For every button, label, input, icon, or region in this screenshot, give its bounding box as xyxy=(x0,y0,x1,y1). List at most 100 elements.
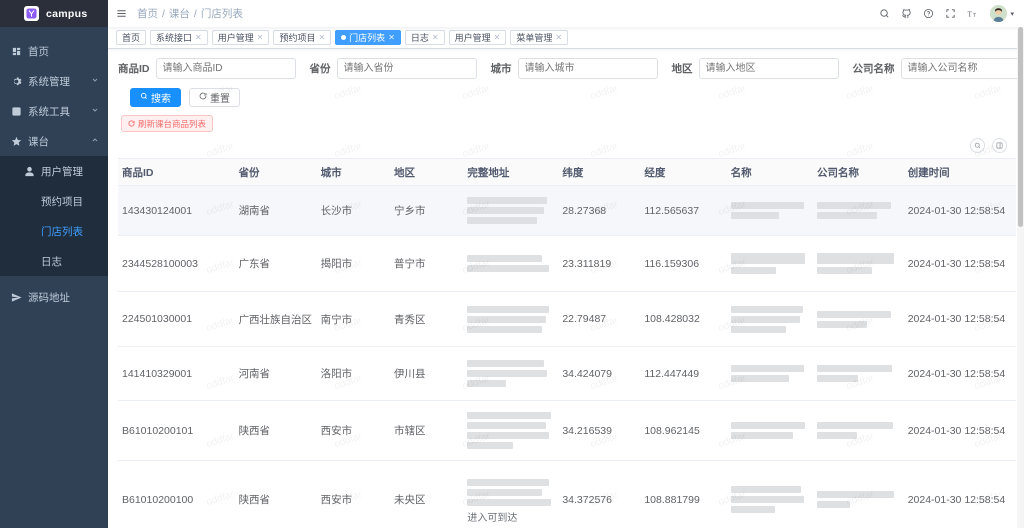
sidebar-item-kentai[interactable]: 课台 xyxy=(0,126,108,156)
column-settings-icon[interactable] xyxy=(992,138,1007,153)
cell-city: 洛阳市 xyxy=(316,346,390,401)
sidebar-item-label: 门店列表 xyxy=(41,225,83,238)
sidebar: campus 首页 系统管理 系统工具 课台 用户管理 预约项目 门店列表 日志… xyxy=(0,0,108,528)
cell-product-id: 141410329001 xyxy=(118,346,235,401)
cell-province: 河南省 xyxy=(234,346,317,401)
cell-full-address xyxy=(463,235,559,292)
reset-button[interactable]: 重置 xyxy=(189,88,240,107)
sidebar-item-label: 课台 xyxy=(28,135,49,148)
fullscreen-icon[interactable] xyxy=(945,8,956,19)
sidebar-item-reservation-projects[interactable]: 预约项目 xyxy=(0,186,108,216)
cell-name xyxy=(726,185,814,236)
close-icon[interactable]: ✕ xyxy=(257,33,264,42)
cell-create-time: 2024-01-30 12:58:54 xyxy=(903,235,1016,292)
cell-name xyxy=(726,235,814,292)
sidebar-item-user-management[interactable]: 用户管理 xyxy=(0,156,108,186)
github-icon[interactable] xyxy=(901,8,912,19)
navbar-actions: TT ▾ xyxy=(879,5,1018,22)
col-district[interactable]: 地区 xyxy=(389,158,464,186)
send-icon xyxy=(11,292,28,303)
sidebar-item-source-url[interactable]: 源码地址 xyxy=(0,282,108,312)
search-input-district[interactable] xyxy=(698,58,839,79)
cell-create-time: 2024-01-30 12:58:54 xyxy=(903,460,1016,528)
cell-product-id: B61010200101 xyxy=(118,400,235,461)
table-row[interactable]: B61010200101 陕西省 西安市 市辖区 34.216539 108.9… xyxy=(118,400,1016,461)
search-input-company-name[interactable] xyxy=(900,58,1024,79)
table-row[interactable]: 141410329001 河南省 洛阳市 伊川县 34.424079 112.4… xyxy=(118,346,1016,401)
tab-logs[interactable]: 日志 ✕ xyxy=(404,30,445,45)
col-latitude[interactable]: 纬度 xyxy=(558,158,641,186)
page-scrollbar[interactable] xyxy=(1017,27,1024,528)
search-button[interactable]: 搜索 xyxy=(130,88,181,107)
cell-create-time: 2024-01-30 12:58:54 xyxy=(903,346,1016,401)
close-icon[interactable]: ✕ xyxy=(318,33,325,42)
breadcrumb-item-kentai[interactable]: 课台 xyxy=(169,6,190,21)
table-row[interactable]: B61010200100 陕西省 西安市 未央区 进入可到达 34.372576… xyxy=(118,460,1016,528)
tab-user-management-2[interactable]: 用户管理 ✕ xyxy=(448,30,507,45)
tab-home[interactable]: 首页 xyxy=(116,30,147,45)
col-name[interactable]: 名称 xyxy=(726,158,814,186)
cell-name xyxy=(726,400,814,461)
table-row[interactable]: 224501030001 广西壮族自治区 南宁市 青秀区 22.79487 10… xyxy=(118,291,1016,347)
search-input-province[interactable] xyxy=(336,58,477,79)
col-longitude[interactable]: 经度 xyxy=(640,158,727,186)
cell-longitude: 108.428032 xyxy=(640,291,727,347)
cell-province: 广东省 xyxy=(234,235,317,292)
close-icon[interactable]: ✕ xyxy=(494,33,501,42)
breadcrumb: 首页 / 课台 / 门店列表 xyxy=(137,6,243,21)
scrollbar-thumb[interactable] xyxy=(1018,27,1023,227)
tab-menu-management[interactable]: 菜单管理 ✕ xyxy=(510,30,569,45)
cell-district: 普宁市 xyxy=(389,235,464,292)
cell-latitude: 28.27368 xyxy=(558,185,641,236)
cell-longitude: 108.881799 xyxy=(640,460,727,528)
sidebar-item-label: 系统工具 xyxy=(28,105,70,118)
col-company-name[interactable]: 公司名称 xyxy=(813,158,904,186)
search-toggle-icon[interactable] xyxy=(970,138,985,153)
cell-latitude: 34.216539 xyxy=(558,400,641,461)
sidebar-item-logs[interactable]: 日志 xyxy=(0,246,108,276)
hamburger-icon[interactable] xyxy=(113,8,129,19)
font-size-icon[interactable]: TT xyxy=(967,8,979,19)
col-product-id[interactable]: 商品ID xyxy=(118,158,235,186)
close-icon[interactable]: ✕ xyxy=(388,33,395,42)
navbar: 首页 / 课台 / 门店列表 TT ▾ xyxy=(108,0,1024,27)
breadcrumb-item-home[interactable]: 首页 xyxy=(137,6,158,21)
tab-reservation-projects[interactable]: 预约项目 ✕ xyxy=(273,30,332,45)
sidebar-item-system-management[interactable]: 系统管理 xyxy=(0,66,108,96)
cell-city: 南宁市 xyxy=(316,291,390,347)
help-icon[interactable] xyxy=(923,8,934,19)
col-create-time[interactable]: 创建时间 xyxy=(903,158,1016,186)
tab-system-api[interactable]: 系统接口 ✕ xyxy=(150,30,208,45)
refresh-products-button[interactable]: 刷新课台商品列表 xyxy=(121,115,214,132)
tab-label: 预约项目 xyxy=(279,33,316,43)
store-list-panel: 商品ID 省份 城市 地区 xyxy=(108,49,1024,528)
cell-full-address: 进入可到达 xyxy=(463,460,559,528)
cell-city: 西安市 xyxy=(316,400,390,461)
search-input-city[interactable] xyxy=(517,58,658,79)
close-icon[interactable]: ✕ xyxy=(195,33,202,42)
table-row[interactable]: 2344528100003 广东省 揭阳市 普宁市 23.311819 116.… xyxy=(118,235,1016,292)
sidebar-item-store-list[interactable]: 门店列表 xyxy=(0,216,108,246)
cell-name xyxy=(726,346,814,401)
cell-company-name xyxy=(813,235,904,292)
search-input-product-id[interactable] xyxy=(155,58,296,79)
sidebar-item-home[interactable]: 首页 xyxy=(0,36,108,66)
col-city[interactable]: 城市 xyxy=(316,158,390,186)
breadcrumb-separator: / xyxy=(162,7,165,20)
tab-store-list[interactable]: 门店列表 ✕ xyxy=(335,30,401,45)
chevron-down-icon: ▾ xyxy=(1010,10,1014,18)
table-row[interactable]: 143430124001 湖南省 长沙市 宁乡市 28.27368 112.56… xyxy=(118,185,1016,236)
store-table: 商品ID 省份 城市 地区 完整地址 纬度 经度 名称 公司名称 创建时间 14… xyxy=(118,158,1016,528)
search-icon[interactable] xyxy=(879,8,890,19)
sidebar-item-system-tools[interactable]: 系统工具 xyxy=(0,96,108,126)
cell-city: 揭阳市 xyxy=(316,235,390,292)
col-province[interactable]: 省份 xyxy=(234,158,317,186)
close-icon[interactable]: ✕ xyxy=(555,33,562,42)
tab-user-management[interactable]: 用户管理 ✕ xyxy=(211,30,270,45)
avatar-menu[interactable]: ▾ xyxy=(990,5,1014,22)
cell-province: 陕西省 xyxy=(234,460,317,528)
close-icon[interactable]: ✕ xyxy=(432,33,439,42)
cell-create-time: 2024-01-30 12:58:54 xyxy=(903,291,1016,347)
col-full-address[interactable]: 完整地址 xyxy=(463,158,559,186)
sidebar-logo[interactable]: campus xyxy=(0,0,108,27)
